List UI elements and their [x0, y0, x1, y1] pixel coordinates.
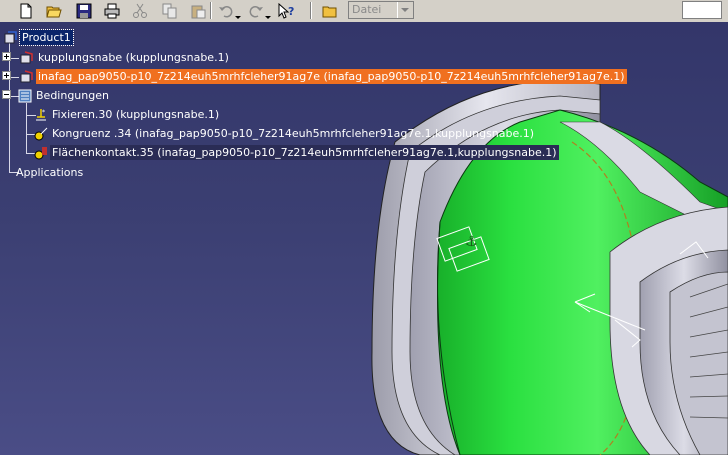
tree-item-label: inafag_pap9050-p10_7z214euh5mrhfcleher91…: [36, 69, 627, 84]
open-icon[interactable]: [44, 1, 64, 20]
open-folder-icon[interactable]: [320, 1, 340, 20]
file-select-value: Datei: [352, 3, 382, 16]
product-icon: [4, 31, 18, 45]
cut-icon[interactable]: [130, 1, 150, 20]
tree-item-label: Applications: [16, 166, 84, 179]
whats-this-icon[interactable]: ?: [276, 1, 296, 20]
part-icon: [20, 70, 34, 84]
svg-text:?: ?: [288, 5, 294, 18]
anchor-icon[interactable]: ⚓: [465, 234, 478, 250]
paste-icon[interactable]: [188, 1, 208, 20]
tree-root-label[interactable]: Product1: [19, 29, 74, 46]
tree-item-label: kupplungsnabe (kupplungsnabe.1): [38, 51, 229, 64]
tree-item-label: Fixieren.30 (kupplungsnabe.1): [52, 108, 220, 121]
toolbar-input[interactable]: [682, 1, 722, 19]
file-select[interactable]: Datei: [348, 1, 414, 19]
toolbar-separator: [210, 2, 212, 19]
expand-icon[interactable]: [2, 71, 16, 85]
collapse-icon[interactable]: [2, 90, 16, 104]
constraints-icon: [18, 89, 32, 103]
tree-item-label: Kongruenz .34 (inafag_pap9050-p10_7z214e…: [52, 127, 535, 140]
fix-constraint-icon: *: [34, 108, 48, 122]
contact-constraint-icon: [34, 146, 48, 160]
new-icon[interactable]: [16, 1, 36, 20]
standard-toolbar: ? Datei: [0, 0, 728, 23]
svg-text:⚓: ⚓: [465, 234, 478, 250]
specification-tree: Product1 kupplungsnabe (kupplungsnabe.1)…: [0, 29, 627, 190]
tree-item-label: Flächenkontakt.35 (inafag_pap9050-p10_7z…: [50, 145, 559, 160]
toolbar-separator: [310, 2, 312, 19]
print-icon[interactable]: [102, 1, 122, 20]
save-icon[interactable]: [74, 1, 94, 20]
expand-icon[interactable]: [2, 52, 16, 66]
coincidence-constraint-icon: [34, 127, 48, 141]
chevron-down-icon[interactable]: [397, 2, 413, 18]
copy-icon[interactable]: [160, 1, 180, 20]
tree-connector: [26, 103, 27, 153]
svg-text:*: *: [42, 109, 45, 116]
part-icon: [20, 51, 34, 65]
tree-item-label: Bedingungen: [36, 89, 109, 102]
